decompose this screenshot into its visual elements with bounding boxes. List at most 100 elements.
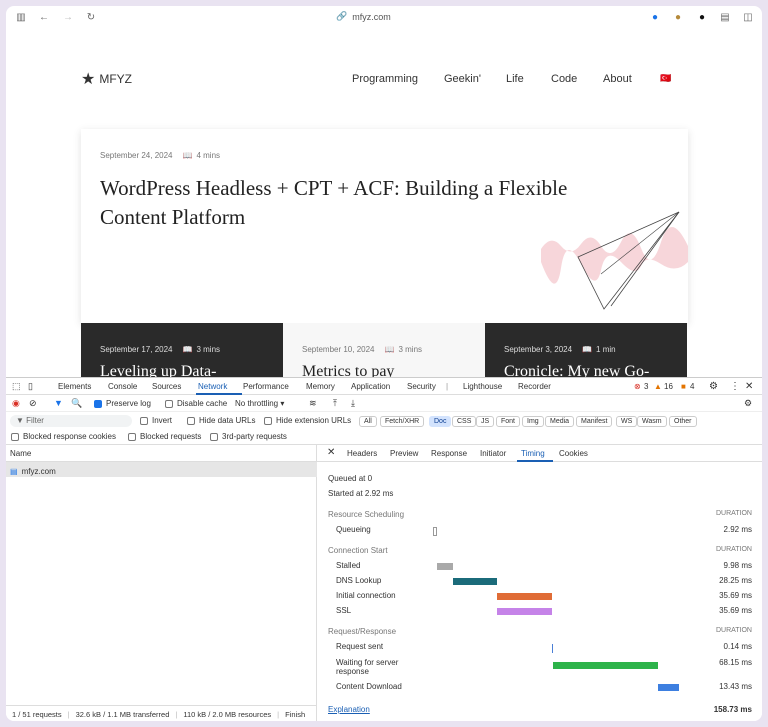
third-party-requests-checkbox[interactable]: 3rd-party requests — [210, 432, 287, 441]
clear-icon[interactable]: ⊘ — [29, 398, 37, 409]
timing-row-duration: 28.25 ms — [719, 576, 752, 585]
post-title[interactable]: Cronicle: My new Go- — [504, 363, 649, 377]
nav-code[interactable]: Code — [551, 73, 577, 85]
tab-sources[interactable]: Sources — [152, 382, 181, 391]
filter-input[interactable]: ▼ Filter — [10, 415, 132, 427]
split-view-icon[interactable]: ◫ — [741, 10, 755, 24]
tab-lighthouse[interactable]: Lighthouse — [463, 382, 502, 391]
tab-timing[interactable]: Timing — [521, 449, 545, 458]
tab-response[interactable]: Response — [431, 449, 467, 458]
type-filter-js[interactable]: JS — [476, 416, 495, 427]
type-filter-doc[interactable]: Doc — [429, 416, 452, 427]
type-filter-font[interactable]: Font — [496, 416, 521, 427]
browser-toolbar: ▥ ← → ↻ 🔗 mfyz.com ● ● ● ▤ ◫ — [6, 6, 762, 28]
tab-application[interactable]: Application — [351, 382, 390, 391]
settings-gear-icon[interactable]: ⚙ — [709, 381, 718, 392]
explanation-link[interactable]: Explanation — [328, 705, 370, 714]
duration-header: DURATION — [715, 627, 752, 634]
tab-preview[interactable]: Preview — [390, 449, 418, 458]
timing-bar — [496, 608, 553, 615]
type-filter-media[interactable]: Media — [545, 416, 575, 427]
tab-performance[interactable]: Performance — [243, 382, 289, 391]
type-filter-wasm[interactable]: Wasm — [637, 416, 667, 427]
featured-post-card[interactable]: September 24, 2024 📖 4 mins WordPress He… — [81, 129, 688, 323]
finish-time: Finish — [285, 710, 306, 719]
tab-cookies[interactable]: Cookies — [559, 449, 588, 458]
request-name: mfyz.com — [21, 466, 56, 476]
extension-icon[interactable]: ● — [671, 10, 685, 24]
request-row[interactable]: ▤ mfyz.com — [6, 462, 317, 477]
preserve-log-label: Preserve log — [106, 399, 151, 408]
type-filter-all[interactable]: All — [359, 416, 377, 427]
export-har-icon[interactable]: ⤓ — [351, 398, 355, 409]
type-filter-fetch[interactable]: Fetch/XHR — [380, 416, 425, 427]
invert-checkbox[interactable]: Invert — [140, 416, 172, 425]
error-count[interactable]: 3 — [644, 382, 648, 391]
site-logo[interactable]: ★ MFYZ — [81, 69, 132, 89]
close-devtools-icon[interactable]: ✕ — [745, 381, 753, 392]
tab-memory[interactable]: Memory — [306, 382, 335, 391]
nav-about[interactable]: About — [603, 73, 632, 85]
blocked-response-cookies-checkbox[interactable]: Blocked response cookies — [11, 432, 116, 441]
read-time: 3 mins — [196, 345, 221, 354]
disable-cache-label: Disable cache — [177, 399, 228, 408]
post-card[interactable]: September 10, 2024 📖 3 mins Metrics to pay — [283, 323, 485, 377]
throttling-select[interactable]: No throttling ▾ — [235, 399, 284, 408]
sidebar-toggle-icon[interactable]: ▥ — [14, 10, 28, 24]
import-har-icon[interactable]: ⤒ — [333, 398, 337, 409]
issue-count[interactable]: 4 — [690, 382, 694, 391]
type-filter-manifest[interactable]: Manifest — [576, 416, 613, 427]
timing-bar — [658, 684, 679, 691]
close-detail-icon[interactable]: ✕ — [327, 447, 335, 458]
inspect-element-icon[interactable]: ⬚ — [12, 381, 21, 392]
tab-recorder[interactable]: Recorder — [518, 382, 551, 391]
network-settings-icon[interactable]: ⚙ — [744, 398, 752, 409]
post-date: September 10, 2024 — [302, 345, 375, 354]
github-extension-icon[interactable]: ● — [695, 10, 709, 24]
back-icon[interactable]: ← — [37, 10, 51, 24]
timing-bar — [452, 578, 497, 585]
blocked-requests-checkbox[interactable]: Blocked requests — [128, 432, 201, 441]
type-filter-ws[interactable]: WS — [616, 416, 638, 427]
notes-icon[interactable]: ▤ — [718, 10, 732, 24]
hide-data-urls-checkbox[interactable]: Hide data URLs — [187, 416, 255, 425]
reload-icon[interactable]: ↻ — [84, 10, 98, 24]
name-column-header[interactable]: Name — [6, 445, 317, 462]
timing-row-duration: 0.14 ms — [723, 642, 752, 651]
tab-headers[interactable]: Headers — [347, 449, 377, 458]
type-filter-css[interactable]: CSS — [452, 416, 477, 427]
tab-console[interactable]: Console — [108, 382, 137, 391]
tab-elements[interactable]: Elements — [58, 382, 91, 391]
throttling-value: No throttling — [235, 399, 279, 408]
filter-row: ▼ Filter Invert Hide data URLs Hide exte… — [6, 412, 762, 429]
forward-icon[interactable]: → — [61, 10, 75, 24]
filter-funnel-icon[interactable]: ▼ — [54, 398, 63, 408]
post-card[interactable]: September 17, 2024 📖 3 mins Leveling up Da… — [81, 323, 283, 377]
more-options-icon[interactable]: ⋮ — [730, 381, 740, 392]
language-flag[interactable]: 🇹🇷 — [660, 73, 671, 84]
tab-network[interactable]: Network — [198, 382, 227, 391]
book-icon: 📖 — [582, 345, 593, 354]
nav-life[interactable]: Life — [506, 73, 524, 85]
post-title[interactable]: Leveling up Data- — [100, 363, 216, 377]
record-icon[interactable]: ◉ — [12, 398, 20, 409]
wifi-conditions-icon[interactable]: ≋ — [309, 398, 317, 409]
type-filter-other[interactable]: Other — [669, 416, 697, 427]
active-detail-tab-indicator — [517, 460, 553, 462]
post-title[interactable]: Metrics to pay — [302, 363, 394, 377]
type-filter-img[interactable]: Img — [522, 416, 544, 427]
address-bar[interactable]: 🔗 mfyz.com — [336, 11, 391, 22]
disable-cache-checkbox[interactable]: Disable cache — [165, 399, 227, 408]
tab-initiator[interactable]: Initiator — [480, 449, 506, 458]
timing-row-label: Request sent — [336, 642, 384, 651]
tab-security[interactable]: Security — [407, 382, 436, 391]
nav-programming[interactable]: Programming — [352, 73, 418, 85]
password-extension-icon[interactable]: ● — [648, 10, 662, 24]
device-toolbar-icon[interactable]: ▯ — [28, 381, 33, 392]
nav-geekin[interactable]: Geekin' — [444, 73, 481, 85]
post-card[interactable]: September 3, 2024 📖 1 min Cronicle: My new… — [485, 323, 687, 377]
warning-count[interactable]: 16 — [664, 382, 673, 391]
preserve-log-checkbox[interactable]: Preserve log — [94, 399, 151, 408]
search-icon[interactable]: 🔍 — [71, 398, 82, 409]
hide-extension-urls-checkbox[interactable]: Hide extension URLs — [264, 416, 351, 425]
